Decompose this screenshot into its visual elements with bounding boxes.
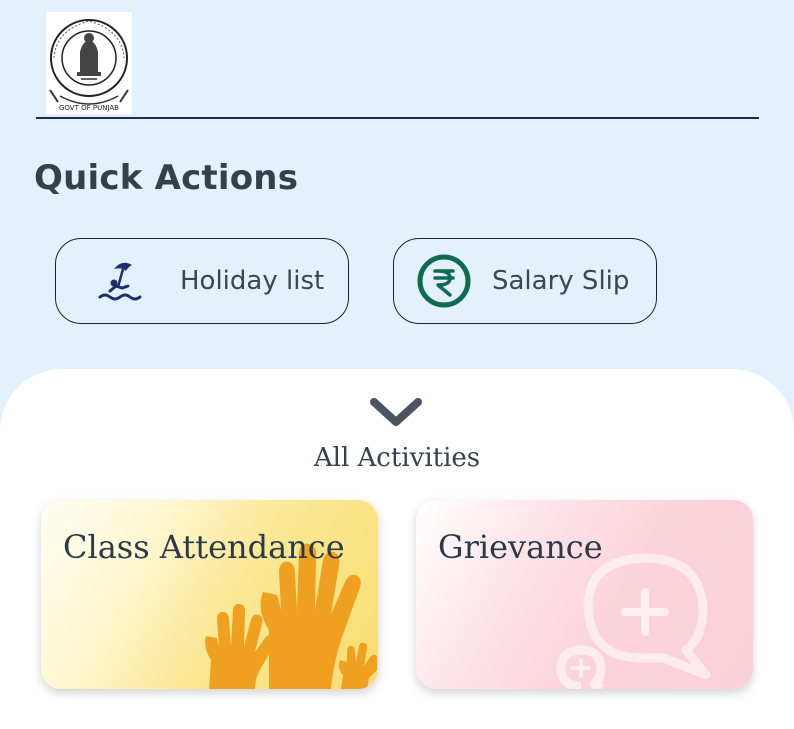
- svg-text:GOVT OF PUNJAB: GOVT OF PUNJAB: [59, 104, 119, 112]
- beach-umbrella-icon: [96, 257, 144, 305]
- all-activities-title: All Activities: [313, 443, 481, 473]
- class-attendance-card[interactable]: Class Attendance: [41, 500, 378, 689]
- holiday-list-button[interactable]: Holiday list: [55, 238, 349, 324]
- grievance-label: Grievance: [438, 528, 603, 566]
- chevron-down-icon[interactable]: [368, 394, 424, 430]
- salary-slip-label: Salary Slip: [492, 266, 630, 296]
- holiday-list-label: Holiday list: [180, 266, 325, 296]
- quick-actions-title: Quick Actions: [34, 158, 299, 198]
- grievance-card[interactable]: Grievance: [416, 500, 753, 689]
- emblem-icon: GOVT OF PUNJAB: [49, 19, 129, 112]
- class-attendance-label: Class Attendance: [63, 528, 345, 566]
- govt-emblem-logo: GOVT OF PUNJAB: [46, 12, 132, 114]
- rupee-icon: [416, 253, 472, 309]
- header-divider: [36, 117, 759, 119]
- salary-slip-button[interactable]: Salary Slip: [393, 238, 657, 324]
